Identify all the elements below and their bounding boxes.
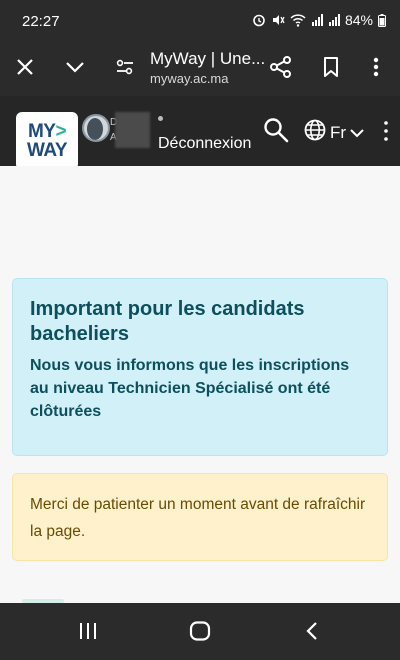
more-vertical-icon[interactable] xyxy=(383,120,389,142)
alert-title: Important pour les candidats bacheliers xyxy=(30,298,305,345)
url-text[interactable]: myway.ac.ma xyxy=(150,71,229,86)
site-settings-icon[interactable] xyxy=(112,54,138,80)
back-icon[interactable] xyxy=(298,619,326,643)
warning-alert: Merci de patienter un moment avant de ra… xyxy=(12,473,388,561)
bookmark-icon[interactable] xyxy=(318,54,344,80)
browser-toolbar: MyWay | Une... myway.ac.ma xyxy=(0,40,400,96)
signal-icon xyxy=(328,14,340,26)
status-dot xyxy=(158,116,163,121)
tab-title[interactable]: MyWay | Une... xyxy=(150,49,265,69)
page-content: Important pour les candidats bacheliers … xyxy=(0,166,400,603)
mute-icon xyxy=(271,13,285,27)
share-icon[interactable] xyxy=(268,54,294,80)
status-bar: 22:27 84% xyxy=(0,0,400,40)
system-nav-bar xyxy=(0,603,400,660)
myway-logo[interactable]: MY> WAY xyxy=(16,112,78,170)
close-icon[interactable] xyxy=(12,54,38,80)
recent-apps-icon[interactable] xyxy=(74,619,102,643)
search-icon[interactable] xyxy=(263,117,289,143)
info-alert: Important pour les candidats bacheliers … xyxy=(12,278,388,456)
battery-icon xyxy=(378,13,386,27)
chevron-down-icon[interactable] xyxy=(62,54,88,80)
redacted-user-name xyxy=(115,112,150,148)
status-time: 22:27 xyxy=(22,13,60,30)
alarm-icon xyxy=(252,13,266,27)
logout-link[interactable]: Déconnexion xyxy=(158,135,251,153)
language-label: Fr xyxy=(330,122,347,142)
more-icon[interactable] xyxy=(363,54,389,80)
language-selector[interactable]: Fr xyxy=(304,119,364,146)
logo-line2: WAY xyxy=(26,140,68,161)
status-icons: 84% xyxy=(252,12,386,28)
home-icon[interactable] xyxy=(186,619,214,643)
alert-message: Nous vous informons que les inscriptions… xyxy=(30,357,350,420)
globe-icon xyxy=(304,119,326,146)
signal-icon xyxy=(311,14,323,26)
warning-message: Merci de patienter un moment avant de ra… xyxy=(30,496,366,540)
wifi-icon xyxy=(290,13,306,27)
battery-percent: 84% xyxy=(344,12,373,28)
logo-line1: MY xyxy=(27,121,56,142)
chevron-down-icon xyxy=(350,123,364,143)
logo-arrow: > xyxy=(55,121,67,142)
avatar[interactable] xyxy=(82,114,110,142)
